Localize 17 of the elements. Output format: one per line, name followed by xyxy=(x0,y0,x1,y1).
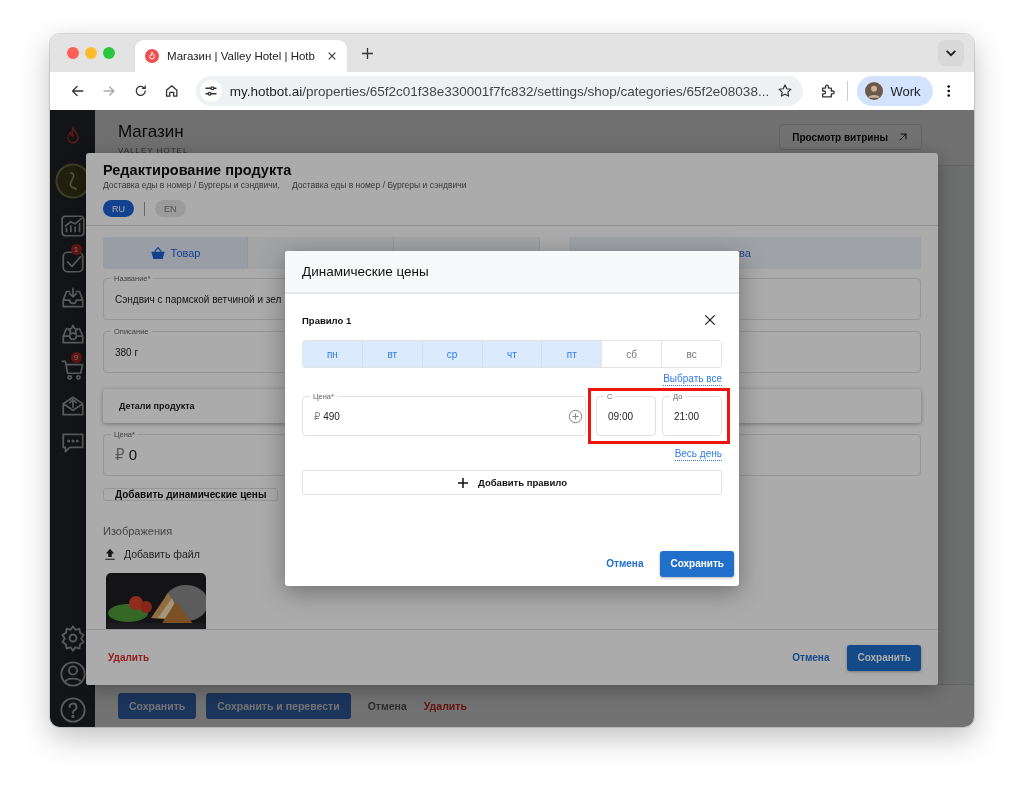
tab-title: Магазин | Valley Hotel | Hotb xyxy=(167,50,315,62)
rule-title: Правило 1 xyxy=(302,314,352,326)
field-value: Сэндвич с пармской ветчиной и зел xyxy=(115,293,282,305)
breadcrumb: Доставка еды в номер / Бургеры и сэндвичи xyxy=(291,179,467,191)
modal-title: Редактирование продукта xyxy=(103,161,293,179)
field-value: ₽ 490 xyxy=(314,410,340,422)
notification-badge: 9 xyxy=(70,352,82,363)
field-value: 21:00 xyxy=(674,410,700,422)
field-value: 09:00 xyxy=(608,410,634,422)
page-title: Магазин xyxy=(118,122,185,142)
field-value: ₽ 0 xyxy=(115,446,138,464)
field-value: 380 г xyxy=(115,346,139,358)
url-text: my.hotbot.ai/properties/65f2c01f38e330001f7fc832/settings/shop/categories/65f2e08038... xyxy=(229,83,770,99)
section-heading: Изображения xyxy=(103,525,174,537)
breadcrumb: Доставка еды в номер / Бургеры и сэндвичи, xyxy=(103,179,280,191)
dialog-title: Динамические цены xyxy=(285,251,739,294)
notification-badge: 1 xyxy=(70,244,82,255)
